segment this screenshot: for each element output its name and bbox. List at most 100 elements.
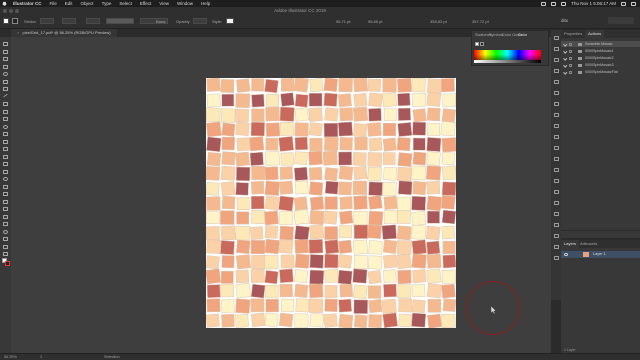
mosaic-tile[interactable] xyxy=(280,254,295,269)
mosaic-tile[interactable] xyxy=(324,180,339,195)
mosaic-tile[interactable] xyxy=(383,283,397,298)
menu-type[interactable]: Type xyxy=(98,0,116,7)
zoom-tool-icon[interactable] xyxy=(3,252,8,256)
mosaic-tile[interactable] xyxy=(382,181,397,197)
rectangle-tool-icon[interactable] xyxy=(3,102,8,106)
mosaic-tile[interactable] xyxy=(324,268,339,284)
mosaic-tile[interactable] xyxy=(353,255,368,270)
mosaic-tile[interactable] xyxy=(264,225,279,239)
mosaic-tile[interactable] xyxy=(339,225,353,239)
mosaic-tile[interactable] xyxy=(412,137,426,151)
mosaic-tile[interactable] xyxy=(308,122,323,137)
mosaic-tile[interactable] xyxy=(235,182,249,196)
mosaic-tile[interactable] xyxy=(236,197,250,211)
mosaic-tile[interactable] xyxy=(279,283,293,298)
mosaic-tile[interactable] xyxy=(441,225,455,240)
mosaic-tile[interactable] xyxy=(220,181,236,196)
mosaic-tile[interactable] xyxy=(412,268,427,284)
mosaic-tile[interactable] xyxy=(397,166,412,182)
mosaic-tile[interactable] xyxy=(280,152,294,166)
rotate-tool-icon[interactable] xyxy=(3,139,8,144)
brush-preview[interactable] xyxy=(86,18,100,24)
checkmark-icon[interactable] xyxy=(563,48,568,53)
mosaic-tile[interactable] xyxy=(412,151,427,166)
mosaic-tile[interactable] xyxy=(441,269,456,284)
transform-icon[interactable] xyxy=(554,179,559,183)
mosaic-tile[interactable] xyxy=(368,195,383,210)
mosaic-tile[interactable] xyxy=(220,240,235,255)
mosaic-tile[interactable] xyxy=(383,254,398,269)
checkmark-icon[interactable] xyxy=(563,62,568,67)
mosaic-tile[interactable] xyxy=(383,108,397,122)
notification-center-icon[interactable] xyxy=(631,1,636,6)
mosaic-tile[interactable] xyxy=(206,313,220,328)
mosaic-tile[interactable] xyxy=(236,211,250,225)
mosaic-tile[interactable] xyxy=(381,298,397,314)
mosaic-tile[interactable] xyxy=(309,312,325,328)
mosaic-tile[interactable] xyxy=(368,137,383,152)
mosaic-tile[interactable] xyxy=(426,92,442,107)
mosaic-tile[interactable] xyxy=(426,283,443,299)
stroke-weight-field[interactable] xyxy=(40,18,54,24)
dialog-toggle-icon[interactable] xyxy=(569,42,572,46)
mosaic-tile[interactable] xyxy=(220,225,236,241)
mosaic-tile[interactable] xyxy=(206,255,220,270)
mosaic-tile[interactable] xyxy=(280,78,295,92)
mosaic-tile[interactable] xyxy=(397,284,412,299)
mosaic-tile[interactable] xyxy=(235,282,252,299)
curvature-tool-icon[interactable] xyxy=(3,79,8,84)
mosaic-tile[interactable] xyxy=(339,137,353,151)
mosaic-tile[interactable] xyxy=(235,93,250,108)
mosaic-tile[interactable] xyxy=(411,165,426,181)
mosaic-tile[interactable] xyxy=(339,283,353,298)
mosaic-tile[interactable] xyxy=(353,195,368,210)
mosaic-tile[interactable] xyxy=(383,166,398,181)
mosaic-tile[interactable] xyxy=(412,284,426,298)
menu-window[interactable]: Window xyxy=(173,0,197,7)
mosaic-tile[interactable] xyxy=(338,181,352,196)
free-transform-tool-icon[interactable] xyxy=(3,162,8,166)
mosaic-tile[interactable] xyxy=(412,92,427,107)
mosaic-tile[interactable] xyxy=(279,166,294,180)
dialog-toggle-icon[interactable] xyxy=(569,63,572,67)
mosaic-tile[interactable] xyxy=(294,269,309,284)
paintbrush-tool-icon[interactable] xyxy=(3,109,8,114)
brush-definition-dropdown[interactable] xyxy=(106,18,134,24)
mosaic-tile[interactable] xyxy=(324,239,340,255)
tab-actions[interactable]: Actions xyxy=(585,30,605,38)
mosaic-tile[interactable] xyxy=(396,225,412,241)
mosaic-tile[interactable] xyxy=(411,299,426,314)
tab-properties[interactable]: Properties xyxy=(561,30,585,38)
spotlight-icon[interactable] xyxy=(621,1,626,6)
mosaic-tile[interactable] xyxy=(411,195,427,211)
mosaic-tile[interactable] xyxy=(324,196,338,210)
mosaic-tile[interactable] xyxy=(250,121,265,137)
color-spectrum[interactable] xyxy=(474,50,541,60)
shaper-tool-icon[interactable] xyxy=(3,117,8,121)
mosaic-tile[interactable] xyxy=(397,122,413,137)
mosaic-tile[interactable] xyxy=(264,180,280,196)
mosaic-tile[interactable] xyxy=(220,108,236,123)
mosaic-tile[interactable] xyxy=(339,210,354,225)
mosaic-tile[interactable] xyxy=(220,270,234,284)
mosaic-tile[interactable] xyxy=(279,106,295,122)
mosaic-tile[interactable] xyxy=(382,312,398,328)
mosaic-tile[interactable] xyxy=(367,270,382,285)
mosaic-tile[interactable] xyxy=(250,298,265,313)
mosaic-tile[interactable] xyxy=(338,165,354,181)
mosaic-tile[interactable] xyxy=(206,136,222,152)
mosaic-tile[interactable] xyxy=(382,137,397,152)
mosaic-tile[interactable] xyxy=(323,210,338,225)
transparency-icon[interactable] xyxy=(554,113,559,117)
mosaic-tile[interactable] xyxy=(295,298,310,313)
mosaic-tile[interactable] xyxy=(235,313,249,328)
mosaic-tile[interactable] xyxy=(368,181,383,197)
mosaic-tile[interactable] xyxy=(235,254,251,270)
mosaic-tile[interactable] xyxy=(368,210,384,226)
mosaic-tile[interactable] xyxy=(368,240,383,255)
links-icon[interactable] xyxy=(554,234,559,238)
mosaic-tile[interactable] xyxy=(206,239,221,255)
mosaic-tile[interactable] xyxy=(412,180,427,196)
mosaic-tile[interactable] xyxy=(236,78,251,93)
mosaic-tile[interactable] xyxy=(206,268,222,285)
